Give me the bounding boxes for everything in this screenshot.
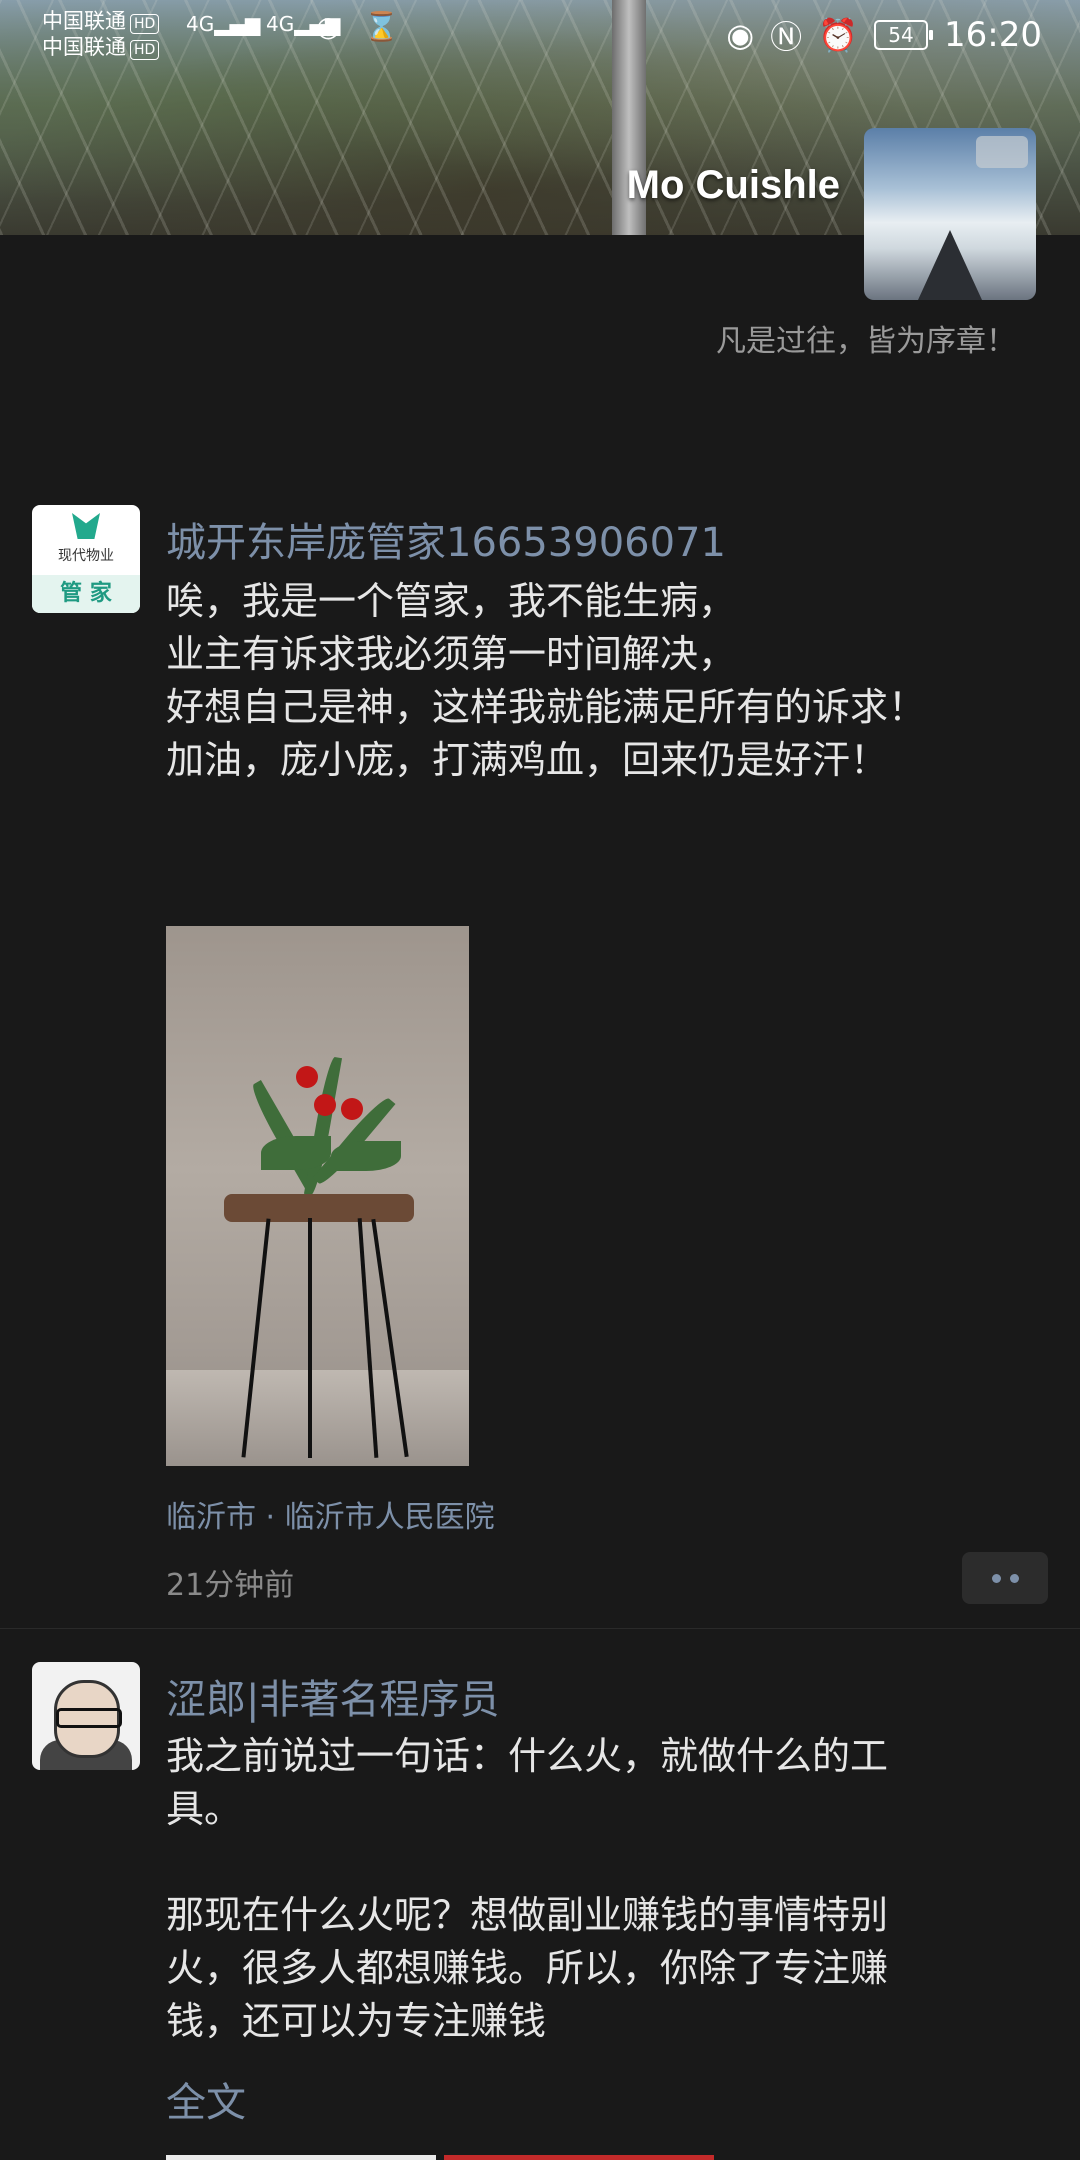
status-right: ◉ Ⓝ ⏰ 54 16:20 xyxy=(726,12,1042,58)
avatar-company-text: 现代物业 xyxy=(58,548,114,564)
camera-icon[interactable] xyxy=(976,136,1028,168)
property-logo-icon xyxy=(72,513,100,539)
post-photo[interactable] xyxy=(166,926,469,1466)
post-avatar[interactable] xyxy=(32,1662,140,1770)
more-options-button[interactable] xyxy=(962,1552,1048,1604)
nfc-icon: Ⓝ xyxy=(770,18,803,56)
wifi-icon: ◔ xyxy=(316,10,341,43)
hourglass-icon: ⌛ xyxy=(364,10,399,43)
full-text-link[interactable]: 全文 xyxy=(166,2070,246,2128)
link-preview-stub xyxy=(444,2155,714,2160)
post-author[interactable]: 涩郎|非著名程序员 xyxy=(166,1667,499,1725)
hd-icon: HD xyxy=(130,40,160,60)
divider xyxy=(0,1628,1080,1629)
post-text: 唉，我是一个管家，我不能生病， 业主有诉求我必须第一时间解决， 好想自己是神，这… xyxy=(166,579,927,782)
dot-icon xyxy=(1009,1573,1019,1583)
alarm-icon: ⏰ xyxy=(818,16,859,54)
post-location[interactable]: 临沂市 · 临沂市人民医院 xyxy=(166,1492,495,1536)
glasses-icon xyxy=(56,1708,122,1728)
rose-icon xyxy=(341,1098,363,1120)
profile-avatar[interactable] xyxy=(864,128,1036,300)
post-author[interactable]: 城开东岸庞管家16653906071 xyxy=(166,510,726,568)
link-preview-stub xyxy=(166,2155,436,2160)
rose-icon xyxy=(314,1094,336,1116)
carrier-2: 中国联通 xyxy=(42,35,126,59)
carrier-1: 中国联通 xyxy=(42,9,126,33)
dot-icon xyxy=(991,1573,1001,1583)
avatar-road xyxy=(918,230,982,300)
clock-time: 16:20 xyxy=(944,15,1042,55)
profile-name[interactable]: Mo Cuishle xyxy=(627,163,840,208)
status-bar: 中国联通 HD 中国联通 HD 4G▂▄▆ 4G▂▄▆ ◔ ⌛ ◉ Ⓝ ⏰ 54 1… xyxy=(0,0,1080,70)
hd-icon: HD xyxy=(130,14,160,34)
post-text: 我之前说过一句话：什么火，就做什么的工具。 那现在什么火呢？想做副业赚钱的事情特… xyxy=(166,1734,889,2043)
post-avatar[interactable]: 现代物业 管 家 xyxy=(32,505,140,613)
battery-icon: 54 xyxy=(874,20,934,50)
signal-icon-1: 4G▂▄▆ xyxy=(186,12,261,36)
avatar-band-text: 管 家 xyxy=(32,575,140,613)
carrier-info: 中国联通 HD 中国联通 HD xyxy=(42,8,160,60)
rose-icon xyxy=(296,1066,318,1088)
post-time: 21分钟前 xyxy=(166,1568,295,1603)
profile-signature: 凡是过往，皆为序章！ xyxy=(716,324,1016,359)
eye-icon: ◉ xyxy=(726,16,755,54)
